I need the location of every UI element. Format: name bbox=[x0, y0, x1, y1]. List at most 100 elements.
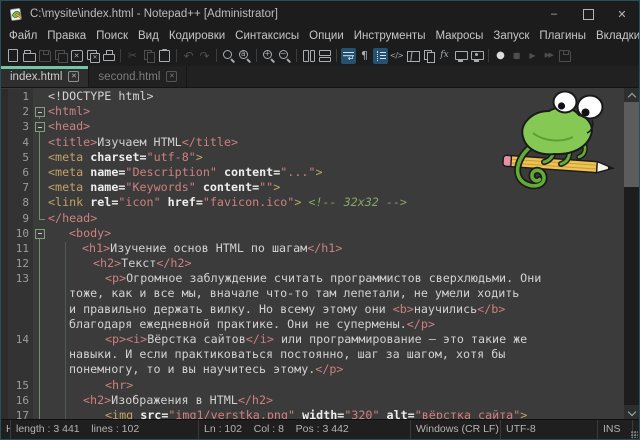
save-icon[interactable] bbox=[37, 48, 52, 64]
tab-label: second.html bbox=[98, 70, 161, 83]
monitor-eye-icon[interactable] bbox=[469, 48, 484, 64]
menu-item-0[interactable]: Файл bbox=[4, 27, 42, 45]
code-text[interactable]: <meta name="Keywords" content=""> bbox=[48, 180, 280, 195]
paste-icon[interactable] bbox=[157, 48, 172, 64]
editor-area[interactable]: 1 <!DOCTYPE html> 2 <html> 3 <head> 4 <title>Из… bbox=[1, 88, 639, 419]
menu-item-1[interactable]: Правка bbox=[42, 27, 91, 45]
code-text[interactable]: тоже, как и все мы, вначале что-то там л… bbox=[48, 286, 519, 301]
code-text[interactable]: <hr> bbox=[48, 378, 133, 393]
code-text[interactable]: <meta charset="utf-8"> bbox=[48, 150, 203, 165]
new-file-icon[interactable] bbox=[5, 48, 20, 64]
code-text[interactable]: <body> bbox=[48, 226, 111, 241]
copy-icon[interactable] bbox=[141, 48, 156, 64]
zoom-out-icon[interactable]: − bbox=[277, 48, 292, 64]
status-doc-type: H bbox=[1, 420, 11, 439]
close-file-icon[interactable] bbox=[69, 48, 84, 64]
tab-index.html[interactable]: index.html ✕ bbox=[1, 66, 90, 87]
replace-icon[interactable]: a bbox=[237, 48, 252, 64]
close-all-icon[interactable] bbox=[85, 48, 100, 64]
word-wrap-icon[interactable]: ↵ bbox=[341, 47, 356, 64]
menu-item-5[interactable]: Синтаксисы bbox=[230, 27, 304, 45]
menu-item-9[interactable]: Запуск bbox=[488, 27, 534, 45]
fold-rail bbox=[33, 347, 48, 363]
monitoring-icon[interactable] bbox=[453, 48, 468, 64]
title-bar: C:\mysite\index.html - Notepad++ [Admini… bbox=[1, 1, 639, 27]
code-text[interactable]: <html> bbox=[48, 104, 90, 119]
redo-icon[interactable]: ↷ bbox=[197, 48, 212, 64]
macro-save-icon[interactable] bbox=[557, 48, 572, 64]
code-text[interactable]: <head> bbox=[48, 119, 90, 134]
document-map-icon[interactable] bbox=[405, 48, 420, 64]
maximize-button[interactable] bbox=[571, 1, 605, 27]
scroll-down-icon[interactable] bbox=[624, 405, 639, 419]
fold-collapse-icon[interactable] bbox=[33, 226, 48, 242]
open-file-icon[interactable] bbox=[21, 48, 36, 64]
fold-rail bbox=[33, 301, 48, 318]
close-window-button[interactable]: ✕ bbox=[605, 1, 639, 27]
show-all-characters-icon[interactable]: ¶ bbox=[357, 48, 372, 64]
macro-record-icon[interactable]: ● bbox=[493, 48, 508, 64]
fold-rail bbox=[33, 332, 48, 348]
macro-run-multiple-icon[interactable]: ▶▶ bbox=[541, 48, 556, 64]
menu-item-2[interactable]: Поиск bbox=[91, 27, 133, 45]
function-list-icon[interactable]: fx bbox=[437, 48, 452, 64]
line-number: 10 bbox=[8, 225, 33, 241]
line-number bbox=[8, 286, 33, 302]
tab-close-icon[interactable]: ✕ bbox=[166, 71, 178, 82]
sync-horizontal-scroll-icon[interactable] bbox=[317, 48, 332, 64]
menu-item-10[interactable]: Плагины bbox=[534, 27, 591, 45]
menu-item-6[interactable]: Опции bbox=[304, 27, 349, 45]
line-number bbox=[8, 301, 33, 317]
menu-item-4[interactable]: Кодировки bbox=[164, 27, 230, 45]
fold-collapse-icon[interactable] bbox=[33, 119, 48, 135]
line-number: 12 bbox=[8, 256, 33, 272]
code-line: 16 <h2>Изображения в HTML</h2> bbox=[1, 392, 624, 409]
code-text[interactable]: <meta name="Description" content="..."> bbox=[48, 165, 322, 180]
sync-vertical-scroll-icon[interactable] bbox=[301, 48, 316, 64]
zoom-in-icon[interactable]: + bbox=[261, 48, 276, 64]
menu-item-8[interactable]: Макросы bbox=[430, 27, 488, 45]
document-list-icon[interactable] bbox=[421, 48, 436, 64]
code-text[interactable]: понемногу, то и вы научитесь этому.</p> bbox=[48, 362, 343, 377]
scroll-up-icon[interactable] bbox=[624, 88, 639, 102]
fold-collapse-icon[interactable] bbox=[33, 104, 48, 120]
code-text[interactable]: <title>Изучаем HTML</title> bbox=[48, 135, 238, 150]
code-text[interactable]: <h2>Текст</h2> bbox=[48, 256, 192, 271]
indent-guide-icon[interactable] bbox=[373, 47, 388, 64]
notepadpp-window: C:\mysite\index.html - Notepad++ [Admini… bbox=[0, 0, 640, 440]
code-text[interactable]: <link rel="icon" href="favicon.ico"> <!-… bbox=[48, 195, 407, 210]
code-text[interactable]: <img src="img1/verstka.png" width="320" … bbox=[48, 408, 527, 419]
code-line: благодаря ежедневной практике. Они не су… bbox=[1, 316, 624, 333]
line-number bbox=[8, 316, 33, 332]
code-line: 17 <img src="img1/verstka.png" width="320… bbox=[1, 407, 624, 419]
print-icon[interactable] bbox=[101, 48, 116, 64]
tab-second.html[interactable]: second.html ✕ bbox=[89, 66, 188, 87]
minimize-button[interactable]: – bbox=[537, 1, 571, 27]
save-all-icon[interactable] bbox=[53, 48, 68, 64]
code-text[interactable]: </head> bbox=[48, 211, 97, 226]
macro-stop-icon[interactable]: ■ bbox=[509, 48, 524, 64]
code-text[interactable]: и правильно держать вилку. Но всему этом… bbox=[48, 302, 505, 317]
undo-icon[interactable]: ↶ bbox=[181, 48, 196, 64]
code-text[interactable]: благодаря ежедневной практике. Они не су… bbox=[48, 317, 435, 332]
fold-rail bbox=[33, 195, 48, 211]
code-text[interactable]: <p><i>Вёрстка сайтов</i> или программиро… bbox=[48, 332, 527, 347]
code-text[interactable]: <h1>Изучение основ HTML по шагам</h1> bbox=[48, 241, 342, 256]
tab-close-icon[interactable]: ✕ bbox=[68, 71, 80, 82]
menu-item-11[interactable]: Вкладки bbox=[591, 27, 639, 45]
scrollbar-thumb[interactable] bbox=[624, 102, 639, 187]
cut-icon[interactable]: ✂ bbox=[125, 48, 140, 64]
status-cursor-position: Ln : 102 Col : 8 Pos : 3 442 bbox=[199, 420, 411, 439]
window-title: C:\mysite\index.html - Notepad++ [Admini… bbox=[30, 8, 278, 20]
code-text[interactable]: <!DOCTYPE html> bbox=[48, 89, 154, 104]
code-text[interactable]: <p>Огромное заблуждение считать программ… bbox=[48, 271, 541, 286]
menu-item-7[interactable]: Инструменты bbox=[349, 27, 431, 45]
code-text[interactable]: навыки. И если практиковаться постоянно,… bbox=[48, 347, 505, 362]
code-text[interactable]: <h2>Изображения в HTML</h2> bbox=[48, 393, 273, 408]
find-icon[interactable] bbox=[221, 48, 236, 64]
macro-play-icon[interactable]: ▶ bbox=[525, 48, 540, 64]
vertical-scrollbar[interactable] bbox=[624, 88, 639, 419]
resize-grip[interactable] bbox=[631, 420, 639, 439]
menu-item-3[interactable]: Вид bbox=[133, 27, 164, 45]
code-tags-icon[interactable]: </> bbox=[389, 48, 404, 64]
